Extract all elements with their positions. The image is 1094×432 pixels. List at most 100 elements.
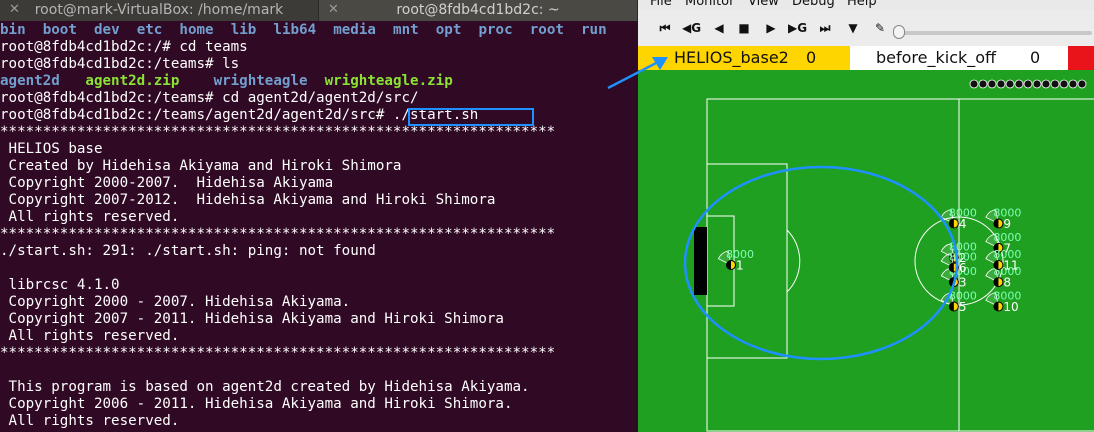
ls-dir-entry: opt [435, 22, 462, 38]
left-team-score: HELIOS_base2 0 [638, 46, 850, 70]
command-line: root@8fdb4cd1bd2c:/# cd teams [0, 39, 248, 55]
penalty-arc [786, 229, 801, 293]
output-line: Copyright 2000-2007. Hidehisa Akiyama [0, 175, 334, 191]
substitute-player [1014, 79, 1024, 89]
ls-dir-entry: root [529, 22, 564, 38]
player-9[interactable]: 98000 [985, 207, 1022, 232]
terminal-tab-bar: ✕ root@mark-VirtualBox: /home/mark ✕ roo… [0, 0, 638, 21]
play-mode: before_kick_off [876, 48, 997, 67]
ls-dir-entry: lib [230, 22, 257, 38]
shell-prompt: root@8fdb4cd1bd2c:/teams/agent2d/agent2d… [0, 107, 393, 123]
command-line: root@8fdb4cd1bd2c:/teams# cd agent2d/age… [0, 90, 419, 106]
command-line: root@8fdb4cd1bd2c:/teams/agent2d/agent2d… [0, 107, 638, 124]
error-line: ./start.sh: 291: ./start.sh: ping: not f… [0, 243, 376, 259]
soccer-field[interactable]: 18000 28000380004800058000680007800088000… [638, 70, 1094, 432]
players-layer: 18000 28000380004800058000680007800088000… [717, 207, 1022, 315]
close-tab-icon[interactable]: ✕ [328, 0, 339, 20]
close-tab-icon[interactable]: ✕ [9, 0, 20, 20]
substitute-player [1068, 79, 1078, 89]
tab-title: root@8fdb4cd1bd2c: ~ [396, 2, 560, 18]
step-back-icon[interactable]: ◀ [710, 19, 728, 37]
substitute-player [1005, 79, 1015, 89]
goal-rewind-icon[interactable]: ◀G [682, 19, 701, 37]
output-line: All rights reserved. [0, 328, 180, 344]
ls-dir-entry: lib64 [273, 22, 317, 38]
player-1[interactable]: 18000 [717, 248, 754, 273]
rewind-start-icon[interactable]: ⏮ [656, 19, 674, 37]
left-team-goals: 0 [806, 48, 817, 67]
menu-file[interactable]: File [650, 0, 672, 9]
output-line: Copyright 2007 - 2011. Hidehisa Akiyama … [0, 311, 504, 327]
stop-icon[interactable]: ■ [735, 19, 753, 37]
substitute-player [987, 79, 997, 89]
terminal-tab-host[interactable]: ✕ root@mark-VirtualBox: /home/mark [0, 0, 319, 21]
fast-forward-icon[interactable]: ⏭ [816, 19, 834, 37]
left-team-name: HELIOS_base2 [674, 48, 789, 67]
separator-stars: ****************************************… [0, 226, 556, 242]
menu-debug[interactable]: Debug [792, 0, 835, 9]
player-stamina: 8000 [993, 290, 1021, 303]
ls-dir-entry: bin [0, 22, 26, 38]
player-5[interactable]: 58000 [940, 290, 977, 315]
menu-view[interactable]: View [748, 0, 779, 9]
substitute-player [978, 79, 988, 89]
filter-icon[interactable]: ▼ [844, 19, 862, 37]
substitute-player [1032, 79, 1042, 89]
menu-help[interactable]: Help [847, 0, 877, 9]
substitute-player [996, 79, 1006, 89]
scoreboard: HELIOS_base2 0 before_kick_off 0 [638, 46, 1094, 70]
player-11[interactable]: 118000 [985, 248, 1022, 273]
terminal-window[interactable]: ✕ root@mark-VirtualBox: /home/mark ✕ roo… [0, 0, 638, 432]
output-line: HELIOS base [0, 141, 103, 157]
output-line: librcsc 4.1.0 [0, 277, 120, 293]
playback-toolbar: ⏮ ◀G ◀ ■ ▶ ▶G ⏭ ▼ ✎ [638, 10, 1094, 47]
player-4[interactable]: 48000 [940, 207, 977, 232]
output-line: All rights reserved. [0, 413, 180, 429]
ls-teams-output: agent2d agent2d.zip wrighteagle wrightea… [0, 73, 638, 90]
soccer-monitor-window[interactable]: File Monitor View Debug Help ⏮ ◀G ◀ ■ ▶ … [638, 0, 1094, 432]
ls-dir-entry: run [581, 22, 607, 38]
player-10[interactable]: 108000 [985, 290, 1022, 315]
player-stamina: 8000 [949, 290, 977, 303]
ls-zip-entry: agent2d.zip [85, 73, 180, 89]
tab-title: root@mark-VirtualBox: /home/mark [34, 2, 284, 18]
menu-monitor[interactable]: Monitor [685, 0, 734, 9]
substitute-player [1041, 79, 1051, 89]
substitute-player [969, 79, 979, 89]
ls-zip-entry: wrighteagle.zip [324, 73, 453, 89]
draw-icon[interactable]: ✎ [871, 19, 889, 37]
timeline-slider-handle[interactable] [893, 25, 905, 39]
field-boundary [706, 98, 1094, 432]
output-line: All rights reserved. [0, 209, 180, 225]
separator-stars: ****************************************… [0, 124, 556, 140]
ls-dir-entry: mnt [393, 22, 419, 38]
ls-dir-entry: media [333, 22, 376, 38]
substitute-player [1059, 79, 1069, 89]
separator-stars: ****************************************… [0, 345, 556, 361]
terminal-output[interactable]: bin boot dev etc home lib lib64 media mn… [0, 22, 638, 430]
ls-dir-entry: agent2d [0, 73, 60, 89]
output-line: Copyright 2000 - 2007. Hidehisa Akiyama. [0, 294, 351, 310]
right-team-goals: 0 [1030, 48, 1041, 67]
ls-dir-entry: wrighteagle [213, 73, 308, 89]
goal-forward-icon[interactable]: ▶G [788, 19, 807, 37]
substitutes-row [969, 79, 1087, 89]
player-stamina: 8000 [993, 231, 1021, 244]
left-goal [694, 227, 707, 295]
output-line: Copyright 2007-2012. Hidehisa Akiyama an… [0, 192, 496, 208]
player-stamina: 8000 [993, 248, 1021, 261]
ls-dir-entry: boot [42, 22, 77, 38]
output-line: Copyright 2006 - 2011. Hidehisa Akiyama … [0, 396, 513, 412]
terminal-tab-container[interactable]: ✕ root@8fdb4cd1bd2c: ~ [319, 0, 638, 21]
command-line: root@8fdb4cd1bd2c:/teams# ls [0, 56, 240, 72]
player-stamina: 8000 [993, 207, 1021, 220]
menu-bar: File Monitor View Debug Help [638, 0, 1094, 10]
player-stamina: 8000 [726, 248, 754, 261]
play-icon[interactable]: ▶ [762, 19, 780, 37]
right-team-color [1068, 46, 1094, 70]
timeline-slider[interactable] [896, 31, 1092, 35]
penalty-area [706, 163, 788, 359]
ls-dir-entry: etc [136, 22, 163, 38]
player-stamina: 8000 [949, 207, 977, 220]
